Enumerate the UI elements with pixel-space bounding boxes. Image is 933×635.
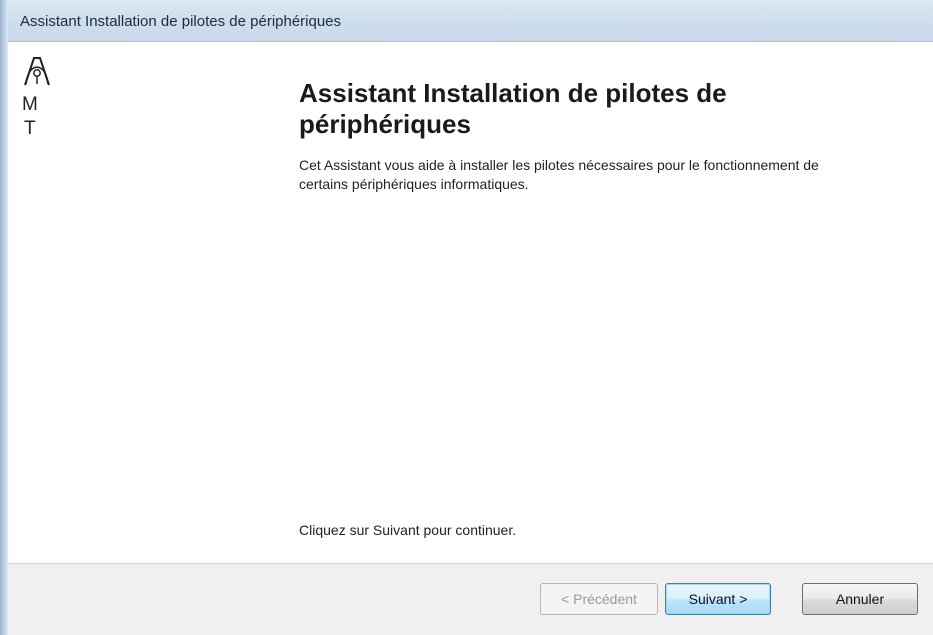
logo: M T [22,54,56,154]
logo-letter-t: T [24,118,36,139]
logo-icon [24,57,50,86]
continue-instruction: Cliquez sur Suivant pour continuer. [299,522,517,538]
page-description: Cet Assistant vous aide à installer les … [299,157,819,192]
previous-button[interactable]: < Précédent [540,583,658,615]
logo-letter-m: M [22,94,38,115]
page-heading: Assistant Installation de pilotes de pér… [299,78,727,139]
cancel-button[interactable]: Annuler [802,583,918,615]
next-button[interactable]: Suivant > [665,583,771,615]
title-bar[interactable]: Assistant Installation de pilotes de pér… [8,0,933,42]
button-bar: < Précédent Suivant > Annuler [8,564,933,635]
window-frame-left [0,0,8,635]
wizard-window: Assistant Installation de pilotes de pér… [0,0,933,635]
window-title: Assistant Installation de pilotes de pér… [20,13,342,30]
wizard-content: M T Assistant Installation de pilotes de… [8,42,933,563]
